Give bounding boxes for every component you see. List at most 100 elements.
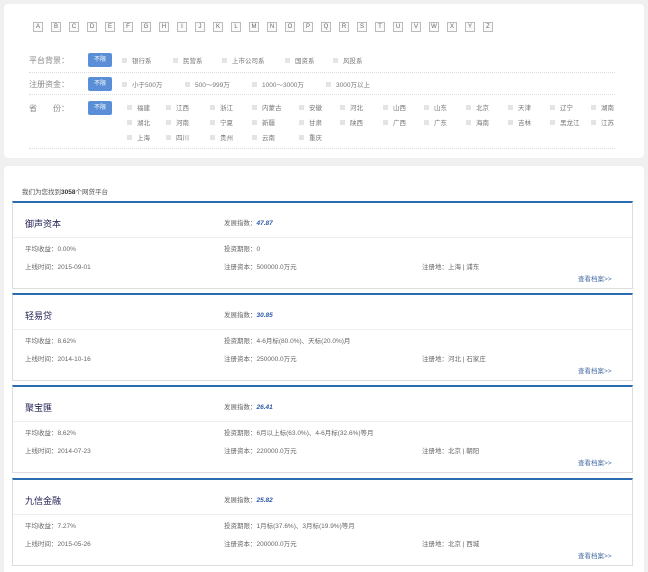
province-option[interactable]: 江西 — [166, 102, 189, 112]
letter-filter-i[interactable]: I — [177, 22, 187, 32]
background-option[interactable]: 上市公司系 — [222, 55, 265, 65]
letter-filter-v[interactable]: V — [411, 22, 421, 32]
platform-name[interactable]: 九信金融 — [25, 494, 61, 507]
checkbox[interactable] — [550, 119, 555, 125]
capital-option[interactable]: 小于500万 — [122, 79, 162, 89]
capital-option[interactable]: 3000万以上 — [326, 79, 370, 89]
platform-name[interactable]: 聚宝匯 — [25, 401, 52, 414]
province-option[interactable]: 吉林 — [508, 117, 531, 127]
checkbox[interactable] — [252, 104, 257, 110]
letter-filter-m[interactable]: M — [249, 22, 259, 32]
view-profile-link[interactable]: 查看档案>> — [578, 365, 612, 375]
checkbox[interactable] — [210, 104, 215, 110]
capital-all-button[interactable]: 不限 — [88, 77, 112, 91]
province-option[interactable]: 陕西 — [340, 117, 363, 127]
checkbox[interactable] — [299, 104, 304, 110]
province-option[interactable]: 内蒙古 — [252, 102, 282, 112]
checkbox[interactable] — [333, 57, 338, 63]
checkbox[interactable] — [383, 104, 388, 110]
letter-filter-h[interactable]: H — [159, 22, 169, 32]
province-option[interactable]: 辽宁 — [550, 102, 573, 112]
letter-filter-e[interactable]: E — [105, 22, 115, 32]
letter-filter-n[interactable]: N — [267, 22, 277, 32]
letter-filter-c[interactable]: C — [69, 22, 79, 32]
checkbox[interactable] — [466, 119, 471, 125]
letter-filter-d[interactable]: D — [87, 22, 97, 32]
checkbox[interactable] — [326, 81, 331, 87]
checkbox[interactable] — [340, 104, 345, 110]
checkbox[interactable] — [299, 134, 304, 140]
checkbox[interactable] — [252, 134, 257, 140]
letter-filter-y[interactable]: Y — [465, 22, 475, 32]
checkbox[interactable] — [210, 134, 215, 140]
province-option[interactable]: 上海 — [127, 132, 150, 142]
view-profile-link[interactable]: 查看档案>> — [578, 457, 612, 467]
checkbox[interactable] — [185, 81, 190, 87]
province-option[interactable]: 北京 — [466, 102, 489, 112]
province-all-button[interactable]: 不限 — [88, 101, 112, 115]
checkbox[interactable] — [591, 104, 596, 110]
letter-filter-p[interactable]: P — [303, 22, 313, 32]
checkbox[interactable] — [210, 119, 215, 125]
platform-name[interactable]: 御声资本 — [25, 217, 61, 230]
checkbox[interactable] — [127, 104, 132, 110]
checkbox[interactable] — [466, 104, 471, 110]
letter-filter-a[interactable]: A — [33, 22, 43, 32]
province-option[interactable]: 贵州 — [210, 132, 233, 142]
province-option[interactable]: 福建 — [127, 102, 150, 112]
checkbox[interactable] — [252, 119, 257, 125]
checkbox[interactable] — [166, 104, 171, 110]
checkbox[interactable] — [550, 104, 555, 110]
letter-filter-o[interactable]: O — [285, 22, 295, 32]
background-option[interactable]: 风投系 — [333, 55, 363, 65]
checkbox[interactable] — [222, 57, 227, 63]
checkbox[interactable] — [127, 134, 132, 140]
letter-filter-l[interactable]: L — [231, 22, 241, 32]
background-option[interactable]: 国资系 — [285, 55, 315, 65]
background-option[interactable]: 民营系 — [173, 55, 203, 65]
checkbox[interactable] — [508, 119, 513, 125]
letter-filter-b[interactable]: B — [51, 22, 61, 32]
letter-filter-s[interactable]: S — [357, 22, 367, 32]
letter-filter-f[interactable]: F — [123, 22, 133, 32]
capital-option[interactable]: 500～999万 — [185, 79, 230, 89]
letter-filter-g[interactable]: G — [141, 22, 151, 32]
background-all-button[interactable]: 不限 — [88, 53, 112, 67]
province-option[interactable]: 云南 — [252, 132, 275, 142]
letter-filter-j[interactable]: J — [195, 22, 205, 32]
checkbox[interactable] — [122, 81, 127, 87]
province-option[interactable]: 山西 — [383, 102, 406, 112]
province-option[interactable]: 重庆 — [299, 132, 322, 142]
checkbox[interactable] — [166, 134, 171, 140]
province-option[interactable]: 山东 — [424, 102, 447, 112]
province-option[interactable]: 广东 — [424, 117, 447, 127]
checkbox[interactable] — [591, 119, 596, 125]
checkbox[interactable] — [383, 119, 388, 125]
checkbox[interactable] — [122, 57, 127, 63]
province-option[interactable]: 四川 — [166, 132, 189, 142]
letter-filter-z[interactable]: Z — [483, 22, 493, 32]
view-profile-link[interactable]: 查看档案>> — [578, 550, 612, 560]
province-option[interactable]: 广西 — [383, 117, 406, 127]
checkbox[interactable] — [508, 104, 513, 110]
province-option[interactable]: 安徽 — [299, 102, 322, 112]
checkbox[interactable] — [166, 119, 171, 125]
checkbox[interactable] — [424, 119, 429, 125]
letter-filter-t[interactable]: T — [375, 22, 385, 32]
checkbox[interactable] — [285, 57, 290, 63]
province-option[interactable]: 湖南 — [591, 102, 614, 112]
letter-filter-k[interactable]: K — [213, 22, 223, 32]
province-option[interactable]: 天津 — [508, 102, 531, 112]
checkbox[interactable] — [173, 57, 178, 63]
province-option[interactable]: 湖北 — [127, 117, 150, 127]
letter-filter-w[interactable]: W — [429, 22, 439, 32]
capital-option[interactable]: 1000～3000万 — [252, 79, 304, 89]
province-option[interactable]: 新疆 — [252, 117, 275, 127]
letter-filter-r[interactable]: R — [339, 22, 349, 32]
province-option[interactable]: 浙江 — [210, 102, 233, 112]
province-option[interactable]: 河北 — [340, 102, 363, 112]
province-option[interactable]: 宁夏 — [210, 117, 233, 127]
province-option[interactable]: 河南 — [166, 117, 189, 127]
province-option[interactable]: 江苏 — [591, 117, 614, 127]
platform-name[interactable]: 轻易贷 — [25, 309, 52, 322]
